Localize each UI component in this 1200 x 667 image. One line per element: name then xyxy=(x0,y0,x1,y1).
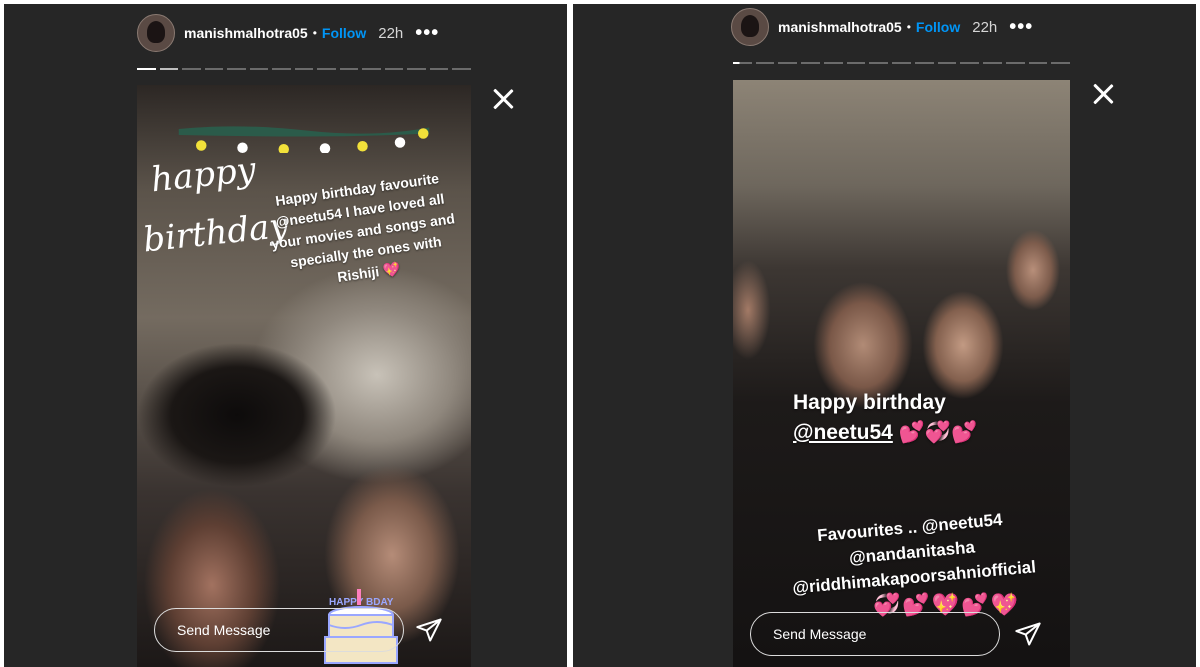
progress-segment xyxy=(1005,62,1025,64)
progress-segment xyxy=(204,68,224,70)
username[interactable]: manishmalhotra05 xyxy=(778,19,902,35)
story-viewer-left: manishmalhotra05 • Follow 22h ••• happy … xyxy=(4,4,567,667)
handwritten-happy: happy xyxy=(149,149,258,201)
progress-segment xyxy=(823,62,843,64)
send-icon[interactable] xyxy=(1014,620,1042,648)
progress-segment xyxy=(182,68,201,70)
progress-segment xyxy=(869,62,889,64)
progress-segment xyxy=(362,68,381,70)
story-header: manishmalhotra05 • Follow 22h ••• xyxy=(137,13,439,53)
send-message-input[interactable] xyxy=(154,608,404,652)
bunting-decoration xyxy=(178,126,430,153)
post-time: 22h xyxy=(378,24,404,42)
separator-dot: • xyxy=(906,20,911,34)
follow-button[interactable]: Follow xyxy=(322,25,366,41)
progress-segment xyxy=(429,68,449,70)
heart-emoji: 💖 xyxy=(381,260,402,279)
story-caption-main: Happy birthday @neetu54 💕💞💕 xyxy=(793,388,1033,448)
progress-segment xyxy=(892,62,911,64)
progress-segment xyxy=(407,68,426,70)
avatar[interactable] xyxy=(731,8,769,46)
send-message-input[interactable] xyxy=(750,612,1000,656)
caption-line: @neetu54 💕💞💕 xyxy=(793,418,1033,448)
close-icon[interactable] xyxy=(490,86,516,112)
send-icon[interactable] xyxy=(415,616,443,644)
story-viewer-right: manishmalhotra05 • Follow 22h ••• Happy … xyxy=(573,4,1196,667)
avatar[interactable] xyxy=(137,14,175,52)
separator-dot: • xyxy=(312,26,317,40)
story-caption-favourites: Favourites .. @neetu54 @nandanitasha @ri… xyxy=(754,502,1069,604)
progress-segment xyxy=(159,68,179,70)
progress-segment xyxy=(846,62,866,64)
mention-link[interactable]: @neetu54 xyxy=(793,421,893,444)
progress-segment xyxy=(384,68,404,70)
progress-segment xyxy=(801,62,820,64)
caption-text: Happy birthday favourite @neetu54 I have… xyxy=(270,170,456,285)
close-icon[interactable] xyxy=(1090,81,1116,107)
progress-segment xyxy=(227,68,246,70)
story-caption: Happy birthday favourite @neetu54 I have… xyxy=(259,166,468,297)
caption-line: Happy birthday xyxy=(793,391,946,414)
progress-segment xyxy=(272,68,291,70)
progress-segment xyxy=(733,62,752,64)
follow-button[interactable]: Follow xyxy=(916,19,960,35)
progress-segment xyxy=(294,68,314,70)
more-icon[interactable]: ••• xyxy=(415,22,439,45)
progress-segment xyxy=(983,62,1002,64)
progress-segment xyxy=(960,62,980,64)
progress-segment xyxy=(1028,62,1048,64)
hearts-emoji: 💕💞💕 xyxy=(898,421,978,444)
story-progress-bar xyxy=(733,62,1071,64)
story-media[interactable]: happy birthday Happy birthday favourite … xyxy=(137,85,471,667)
progress-segment xyxy=(249,68,269,70)
progress-segment xyxy=(937,62,957,64)
progress-segment xyxy=(137,68,156,70)
more-icon[interactable]: ••• xyxy=(1009,16,1033,39)
story-progress-bar xyxy=(137,68,471,70)
progress-segment xyxy=(914,62,934,64)
progress-segment xyxy=(1051,62,1071,64)
progress-segment xyxy=(778,62,798,64)
story-header: manishmalhotra05 • Follow 22h ••• xyxy=(731,7,1033,47)
progress-segment xyxy=(339,68,359,70)
post-time: 22h xyxy=(972,18,998,36)
username[interactable]: manishmalhotra05 xyxy=(184,25,308,41)
story-media[interactable]: Happy birthday @neetu54 💕💞💕 Favourites .… xyxy=(733,80,1070,667)
progress-segment xyxy=(452,68,471,70)
progress-segment xyxy=(317,68,336,70)
progress-segment xyxy=(755,62,775,64)
